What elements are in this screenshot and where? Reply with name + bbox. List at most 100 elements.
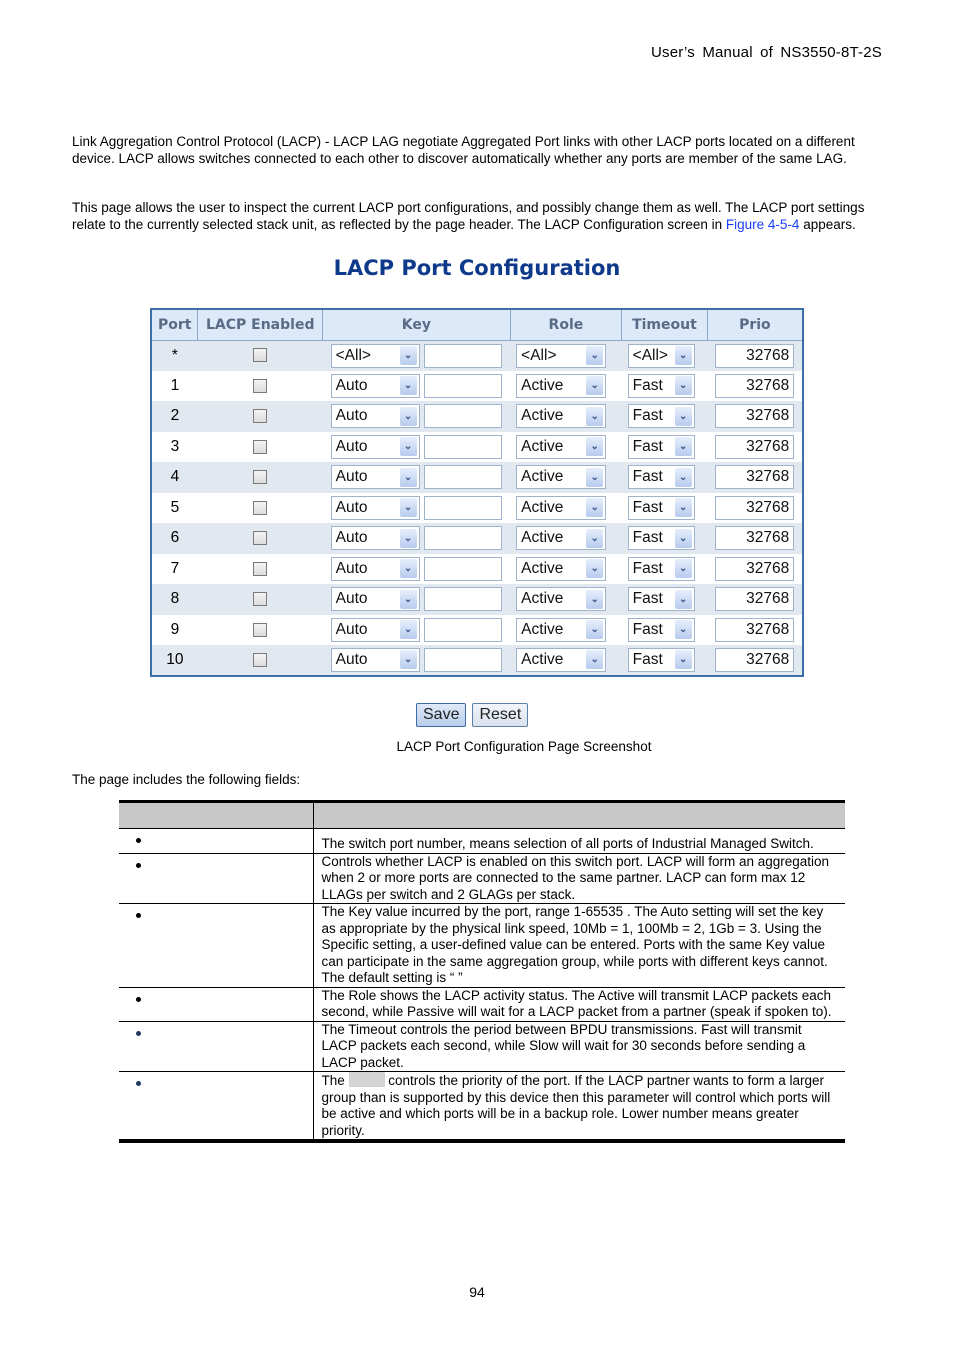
chevron-down-icon[interactable]: ⌄ xyxy=(399,620,417,640)
key-value-input[interactable] xyxy=(424,434,503,459)
lacp-enabled-checkbox[interactable] xyxy=(253,622,268,637)
lacp-enabled-checkbox[interactable] xyxy=(253,409,268,424)
chevron-down-icon[interactable]: ⌄ xyxy=(674,528,692,548)
lacp-enabled-checkbox[interactable] xyxy=(253,378,268,393)
key-value-input[interactable] xyxy=(424,556,503,581)
chevron-down-icon[interactable]: ⌄ xyxy=(586,437,604,457)
chevron-down-icon[interactable]: ⌄ xyxy=(674,346,692,365)
lacp-enabled-checkbox[interactable] xyxy=(253,531,268,546)
key-mode-select[interactable]: Auto ⌄ xyxy=(330,556,420,581)
key-value-input[interactable] xyxy=(424,647,503,672)
key-mode-select[interactable]: Auto ⌄ xyxy=(330,617,420,642)
role-select[interactable]: Active ⌄ xyxy=(516,617,607,642)
key-mode-select[interactable]: Auto ⌄ xyxy=(330,495,420,520)
chevron-down-icon[interactable]: ⌄ xyxy=(586,650,604,670)
chevron-down-icon[interactable]: ⌄ xyxy=(586,498,604,518)
lacp-enabled-checkbox[interactable] xyxy=(253,561,268,576)
key-value-input[interactable] xyxy=(424,343,503,368)
chevron-down-icon[interactable]: ⌄ xyxy=(399,559,417,579)
prio-input[interactable]: 32768 xyxy=(715,587,795,612)
chevron-down-icon[interactable]: ⌄ xyxy=(674,498,692,518)
lacp-enabled-checkbox[interactable] xyxy=(253,348,268,363)
key-mode-select[interactable]: Auto ⌄ xyxy=(330,434,420,459)
key-value-input[interactable] xyxy=(424,526,503,551)
chevron-down-icon[interactable]: ⌄ xyxy=(674,650,692,670)
lacp-enabled-checkbox[interactable] xyxy=(253,439,268,454)
chevron-down-icon[interactable]: ⌄ xyxy=(674,620,692,640)
timeout-select[interactable]: Fast ⌄ xyxy=(627,526,695,551)
timeout-select[interactable]: Fast ⌄ xyxy=(627,495,695,520)
prio-input[interactable]: 32768 xyxy=(715,556,795,581)
prio-input[interactable]: 32768 xyxy=(715,373,795,398)
chevron-down-icon[interactable]: ⌄ xyxy=(674,437,692,457)
key-mode-select[interactable]: Auto ⌄ xyxy=(330,404,420,429)
prio-input[interactable]: 32768 xyxy=(715,495,795,520)
role-select[interactable]: Active ⌄ xyxy=(516,434,607,459)
lacp-enabled-checkbox[interactable] xyxy=(253,500,268,515)
role-select[interactable]: Active ⌄ xyxy=(516,465,607,490)
chevron-down-icon[interactable]: ⌄ xyxy=(399,406,417,426)
timeout-select[interactable]: Fast ⌄ xyxy=(627,465,695,490)
prio-input[interactable]: 32768 xyxy=(715,647,795,672)
key-mode-select[interactable]: <All> ⌄ xyxy=(330,343,420,368)
chevron-down-icon[interactable]: ⌄ xyxy=(586,467,604,487)
timeout-select[interactable]: Fast ⌄ xyxy=(627,556,695,581)
chevron-down-icon[interactable]: ⌄ xyxy=(586,559,604,579)
key-value-input[interactable] xyxy=(424,404,503,429)
key-mode-select[interactable]: Auto ⌄ xyxy=(330,647,420,672)
chevron-down-icon[interactable]: ⌄ xyxy=(674,376,692,396)
timeout-select[interactable]: Fast ⌄ xyxy=(627,404,695,429)
role-select[interactable]: Active ⌄ xyxy=(516,373,607,398)
role-select[interactable]: <All> ⌄ xyxy=(516,343,607,368)
timeout-select[interactable]: Fast ⌄ xyxy=(627,617,695,642)
chevron-down-icon[interactable]: ⌄ xyxy=(674,559,692,579)
lacp-enabled-checkbox[interactable] xyxy=(253,592,268,607)
chevron-down-icon[interactable]: ⌄ xyxy=(586,620,604,640)
chevron-down-icon[interactable]: ⌄ xyxy=(674,589,692,609)
chevron-down-icon[interactable]: ⌄ xyxy=(399,467,417,487)
role-select[interactable]: Active ⌄ xyxy=(516,587,607,612)
chevron-down-icon[interactable]: ⌄ xyxy=(399,650,417,670)
prio-input[interactable]: 32768 xyxy=(715,434,795,459)
key-value-input[interactable] xyxy=(424,495,503,520)
chevron-down-icon[interactable]: ⌄ xyxy=(399,528,417,548)
save-button[interactable]: Save xyxy=(416,703,467,727)
chevron-down-icon[interactable]: ⌄ xyxy=(674,467,692,487)
key-value-input[interactable] xyxy=(424,617,503,642)
key-mode-select[interactable]: Auto ⌄ xyxy=(330,373,420,398)
figure-link[interactable]: Figure 4-5-4 xyxy=(726,217,800,232)
lacp-enabled-checkbox[interactable] xyxy=(253,470,268,485)
timeout-select[interactable]: Fast ⌄ xyxy=(627,647,695,672)
chevron-down-icon[interactable]: ⌄ xyxy=(586,376,604,396)
prio-input[interactable]: 32768 xyxy=(715,465,795,490)
key-mode-select[interactable]: Auto ⌄ xyxy=(330,587,420,612)
prio-input[interactable]: 32768 xyxy=(715,617,795,642)
lacp-enabled-checkbox[interactable] xyxy=(253,652,268,667)
timeout-select[interactable]: Fast ⌄ xyxy=(627,373,695,398)
role-select[interactable]: Active ⌄ xyxy=(516,647,607,672)
key-mode-select[interactable]: Auto ⌄ xyxy=(330,465,420,490)
role-select[interactable]: Active ⌄ xyxy=(516,404,607,429)
timeout-select[interactable]: <All> ⌄ xyxy=(627,343,695,368)
role-select[interactable]: Active ⌄ xyxy=(516,526,607,551)
chevron-down-icon[interactable]: ⌄ xyxy=(399,589,417,609)
chevron-down-icon[interactable]: ⌄ xyxy=(586,528,604,548)
timeout-select[interactable]: Fast ⌄ xyxy=(627,587,695,612)
chevron-down-icon[interactable]: ⌄ xyxy=(674,406,692,426)
timeout-select[interactable]: Fast ⌄ xyxy=(627,434,695,459)
key-mode-select[interactable]: Auto ⌄ xyxy=(330,526,420,551)
reset-button[interactable]: Reset xyxy=(472,703,529,727)
chevron-down-icon[interactable]: ⌄ xyxy=(399,498,417,518)
chevron-down-icon[interactable]: ⌄ xyxy=(586,346,604,365)
role-select[interactable]: Active ⌄ xyxy=(516,556,607,581)
prio-input[interactable]: 32768 xyxy=(715,343,795,368)
chevron-down-icon[interactable]: ⌄ xyxy=(399,437,417,457)
prio-input[interactable]: 32768 xyxy=(715,526,795,551)
key-value-input[interactable] xyxy=(424,465,503,490)
key-value-input[interactable] xyxy=(424,587,503,612)
chevron-down-icon[interactable]: ⌄ xyxy=(399,376,417,396)
chevron-down-icon[interactable]: ⌄ xyxy=(399,346,417,365)
role-select[interactable]: Active ⌄ xyxy=(516,495,607,520)
chevron-down-icon[interactable]: ⌄ xyxy=(586,589,604,609)
chevron-down-icon[interactable]: ⌄ xyxy=(586,406,604,426)
